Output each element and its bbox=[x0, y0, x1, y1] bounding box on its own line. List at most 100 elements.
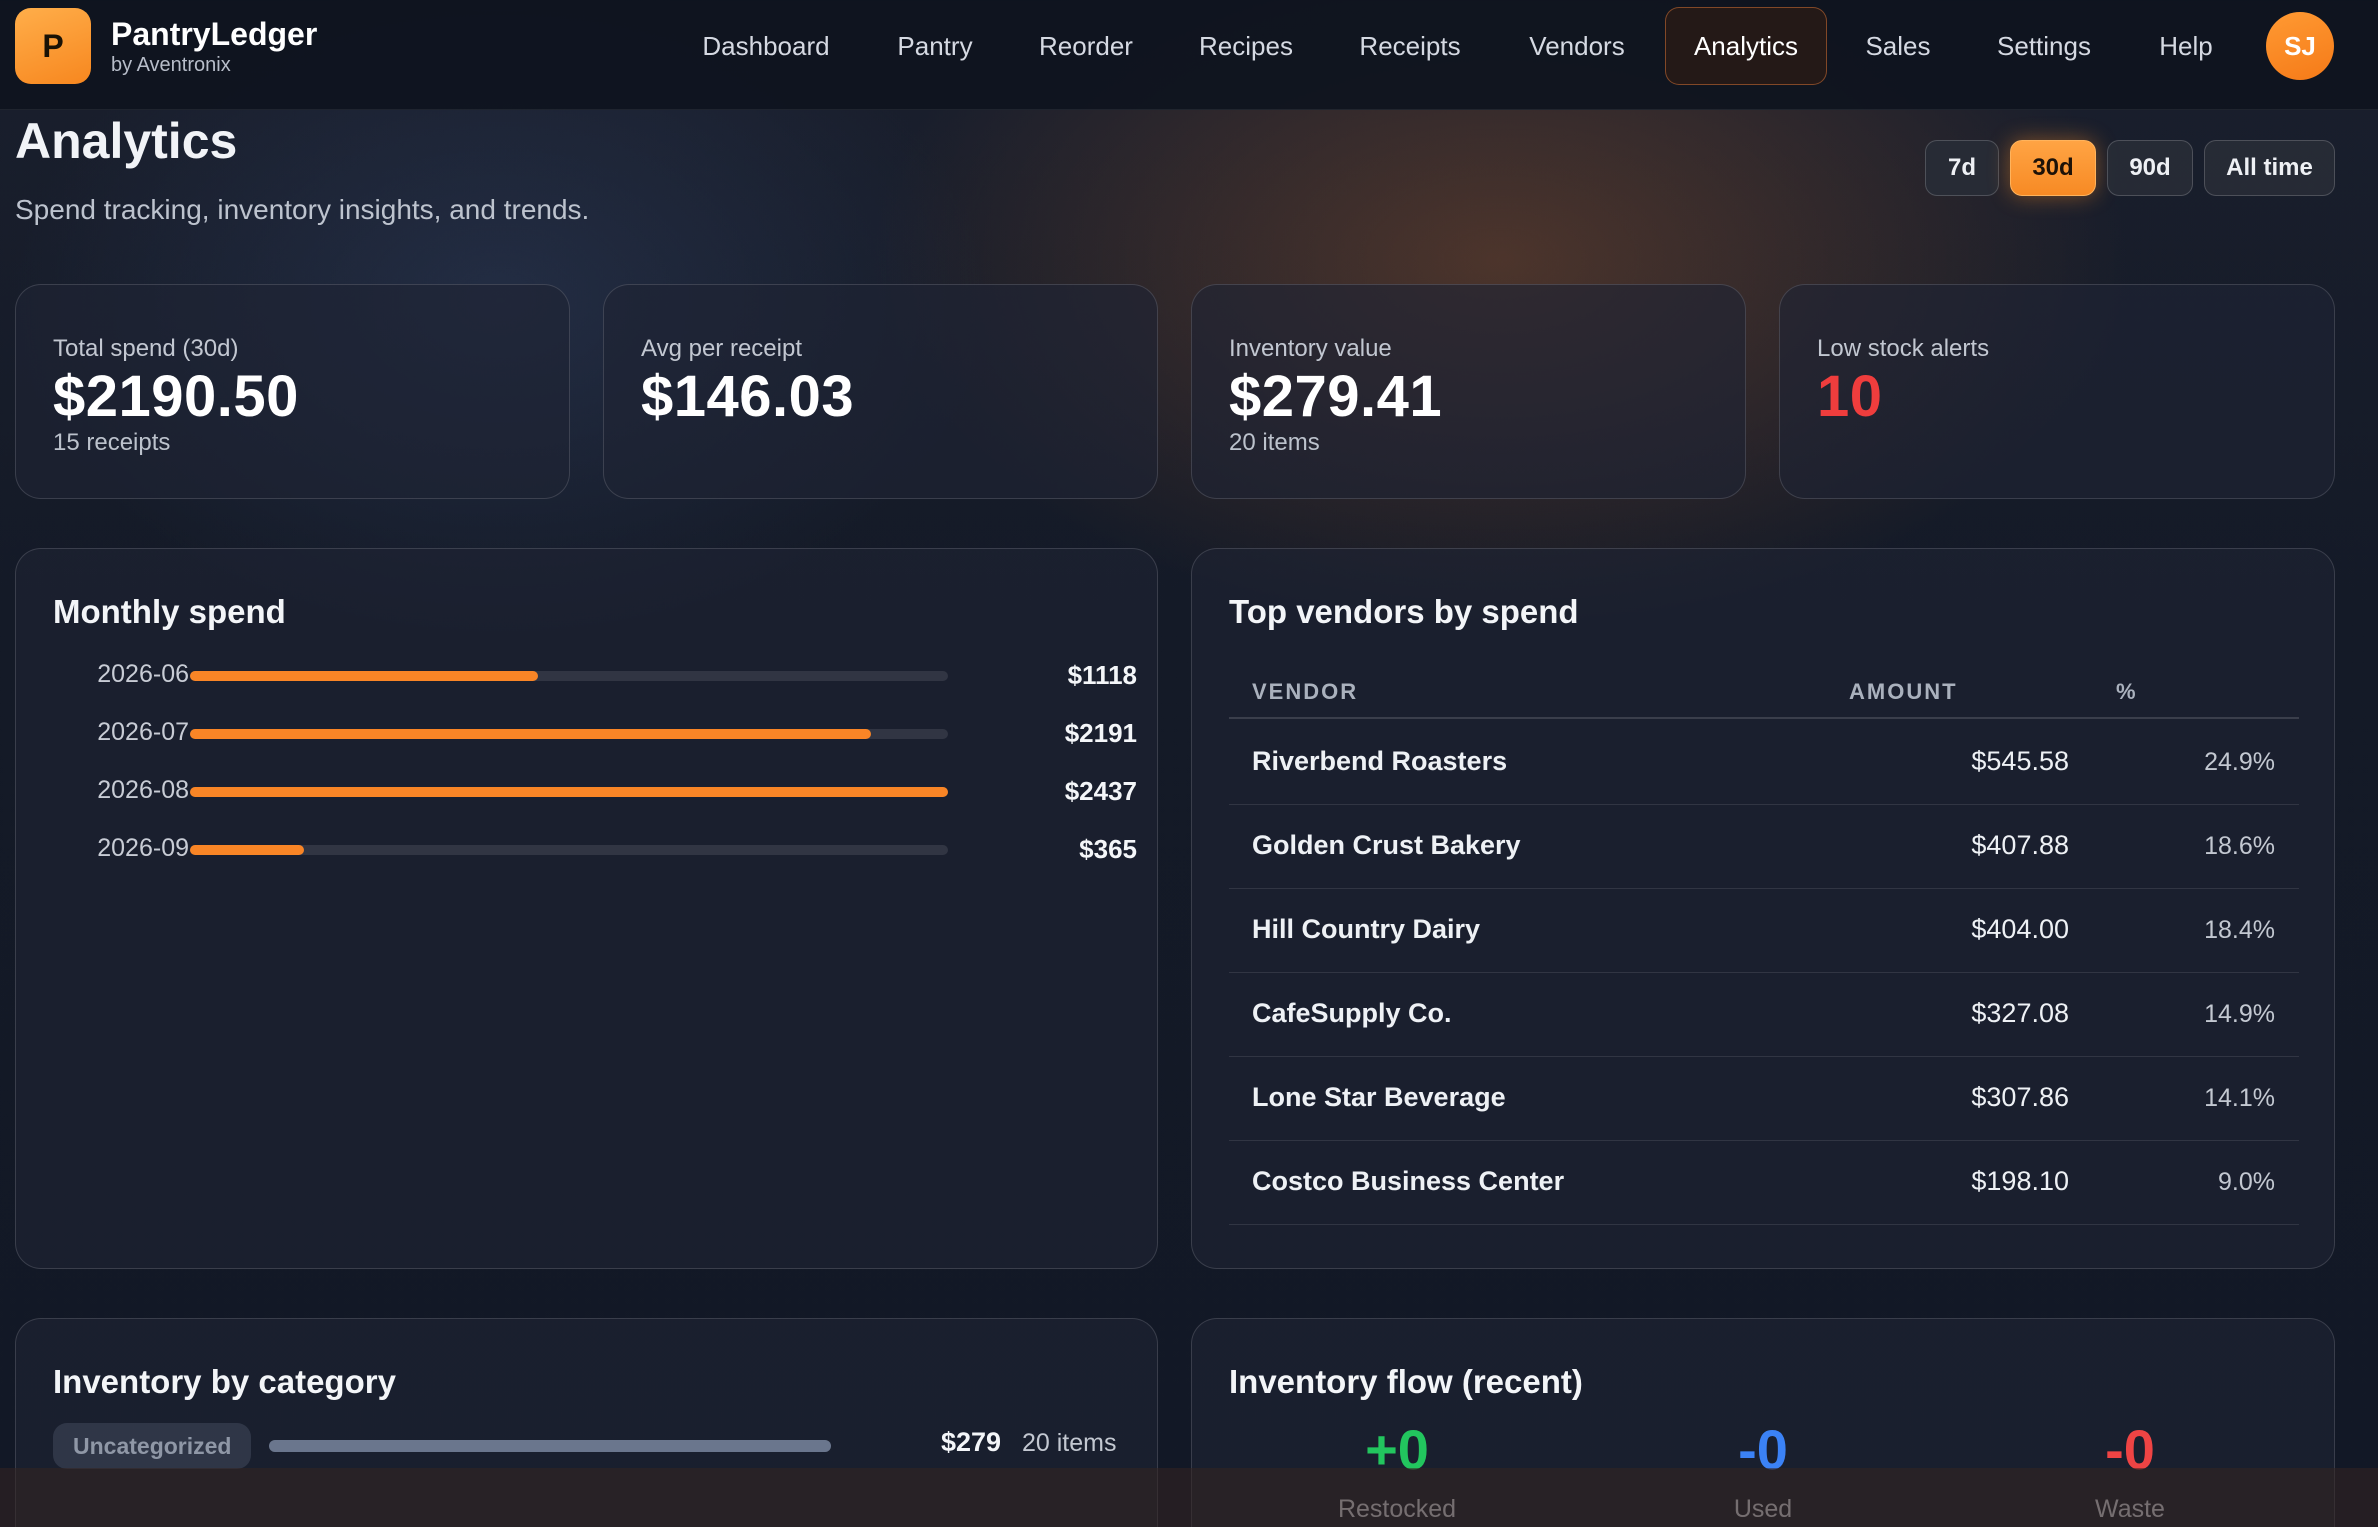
table-row[interactable]: Hill Country Dairy $404.00 18.4% bbox=[1229, 889, 2299, 973]
flow-restocked: +0 Restocked bbox=[1247, 1419, 1547, 1524]
low-stock-value: 10 bbox=[1817, 364, 1883, 429]
inventory-value-card: Inventory value $279.41 20 items bbox=[1191, 284, 1746, 499]
inventory-value-amount: $279.41 bbox=[1229, 364, 1443, 429]
nav-pantry[interactable]: Pantry bbox=[872, 7, 998, 85]
vendor-amount: $545.58 bbox=[1971, 746, 2069, 776]
vendor-name: Riverbend Roasters bbox=[1252, 746, 1508, 776]
monthly-bar-row: 2026-08 $2437 bbox=[16, 772, 1174, 812]
nav-recipes[interactable]: Recipes bbox=[1175, 7, 1317, 85]
total-spend-value: $2190.50 bbox=[53, 364, 299, 429]
table-row[interactable]: Riverbend Roasters $545.58 24.9% bbox=[1229, 721, 2299, 805]
bar-month-label: 2026-07 bbox=[97, 718, 189, 746]
vendor-name: CafeSupply Co. bbox=[1252, 998, 1452, 1028]
range-all-time-button[interactable]: All time bbox=[2204, 140, 2335, 196]
inventory-category-card: Inventory by category Uncategorized $279… bbox=[15, 1318, 1158, 1527]
bar-value: $2191 bbox=[1064, 718, 1137, 748]
bar-fill bbox=[190, 787, 948, 797]
top-navigation-bar: P PantryLedger by Aventronix Dashboard P… bbox=[0, 0, 2378, 110]
inventory-value-label: Inventory value bbox=[1229, 335, 1392, 362]
bar-month-label: 2026-08 bbox=[97, 776, 189, 804]
amount-column-header[interactable]: AMOUNT bbox=[1849, 679, 1958, 705]
low-stock-card: Low stock alerts 10 bbox=[1779, 284, 2335, 499]
nav-sales[interactable]: Sales bbox=[1847, 7, 1949, 85]
top-vendors-title: Top vendors by spend bbox=[1229, 593, 1579, 630]
bar-fill bbox=[190, 671, 538, 681]
vendor-amount: $198.10 bbox=[1971, 1166, 2069, 1196]
range-7d-button[interactable]: 7d bbox=[1925, 140, 1999, 196]
monthly-bar-row: 2026-07 $2191 bbox=[16, 714, 1174, 754]
nav-analytics[interactable]: Analytics bbox=[1665, 7, 1827, 85]
inventory-flow-title: Inventory flow (recent) bbox=[1229, 1363, 1583, 1400]
flow-used-value: -0 bbox=[1738, 1418, 1788, 1481]
top-vendors-card: Top vendors by spend VENDOR AMOUNT % Riv… bbox=[1191, 548, 2335, 1269]
flow-restocked-value: +0 bbox=[1365, 1418, 1429, 1481]
vendor-column-header[interactable]: VENDOR bbox=[1252, 679, 1358, 705]
category-value: $279 bbox=[941, 1427, 1002, 1457]
vendor-percent: 24.9% bbox=[2204, 748, 2275, 776]
bar-track bbox=[190, 729, 948, 739]
flow-waste-value: -0 bbox=[2105, 1418, 2155, 1481]
avg-receipt-card: Avg per receipt $146.03 bbox=[603, 284, 1158, 499]
vendor-name: Costco Business Center bbox=[1252, 1166, 1565, 1196]
monthly-spend-title: Monthly spend bbox=[53, 593, 286, 630]
main-nav: Dashboard Pantry Reorder Recipes Receipt… bbox=[0, 7, 2378, 85]
bar-value: $2437 bbox=[1064, 776, 1137, 806]
table-row[interactable]: CafeSupply Co. $327.08 14.9% bbox=[1229, 973, 2299, 1057]
vendor-amount: $327.08 bbox=[1971, 998, 2069, 1028]
bar-track bbox=[190, 671, 948, 681]
monthly-spend-card: Monthly spend 2026-06 $1118 2026-07 $219… bbox=[15, 548, 1158, 1269]
nav-settings[interactable]: Settings bbox=[1970, 7, 2118, 85]
flow-waste: -0 Waste bbox=[1980, 1419, 2280, 1524]
vendor-amount: $407.88 bbox=[1971, 830, 2069, 860]
bar-month-label: 2026-09 bbox=[97, 834, 189, 862]
nav-receipts[interactable]: Receipts bbox=[1337, 7, 1483, 85]
bar-fill bbox=[190, 729, 872, 739]
flow-used: -0 Used bbox=[1613, 1419, 1913, 1524]
vendor-percent: 14.1% bbox=[2204, 1084, 2275, 1112]
flow-restocked-label: Restocked bbox=[1337, 1495, 1457, 1523]
inventory-value-items: 20 items bbox=[1229, 429, 1320, 456]
nav-help[interactable]: Help bbox=[2138, 7, 2234, 85]
percent-column-header[interactable]: % bbox=[2116, 679, 2138, 705]
vendor-name: Hill Country Dairy bbox=[1252, 914, 1481, 944]
monthly-bar-row: 2026-06 $1118 bbox=[16, 656, 1174, 696]
vendor-amount: $404.00 bbox=[1971, 914, 2069, 944]
bar-value: $365 bbox=[1079, 834, 1137, 864]
category-badge[interactable]: Uncategorized bbox=[53, 1423, 252, 1469]
vendor-percent: 14.9% bbox=[2204, 1000, 2275, 1028]
flow-used-label: Used bbox=[1733, 1495, 1793, 1523]
table-row[interactable]: Costco Business Center $198.10 9.0% bbox=[1229, 1141, 2299, 1225]
vendor-percent: 18.4% bbox=[2204, 916, 2275, 944]
category-bar-track bbox=[269, 1440, 831, 1452]
bar-value: $1118 bbox=[1067, 660, 1137, 690]
flow-waste-label: Waste bbox=[2095, 1495, 2165, 1523]
monthly-bar-row: 2026-09 $365 bbox=[16, 830, 1174, 870]
bar-month-label: 2026-06 bbox=[97, 660, 189, 688]
total-spend-receipts: 15 receipts bbox=[53, 429, 171, 456]
bar-track bbox=[190, 787, 948, 797]
table-row[interactable]: Golden Crust Bakery $407.88 18.6% bbox=[1229, 805, 2299, 889]
table-row[interactable]: Lone Star Beverage $307.86 14.1% bbox=[1229, 1057, 2299, 1141]
user-avatar[interactable]: SJ bbox=[2266, 12, 2334, 80]
range-90d-button[interactable]: 90d bbox=[2107, 140, 2193, 196]
nav-vendors[interactable]: Vendors bbox=[1503, 7, 1651, 85]
vendor-name: Golden Crust Bakery bbox=[1252, 830, 1521, 860]
bar-fill bbox=[190, 845, 304, 855]
page-subtitle: Spend tracking, inventory insights, and … bbox=[15, 194, 590, 225]
vendor-percent: 18.6% bbox=[2204, 832, 2275, 860]
category-count: 20 items bbox=[1022, 1429, 1117, 1457]
inventory-flow-card: Inventory flow (recent) +0 Restocked -0 … bbox=[1191, 1318, 2335, 1527]
category-bar-fill bbox=[269, 1440, 831, 1452]
vendor-percent: 9.0% bbox=[2218, 1168, 2275, 1196]
avg-receipt-value: $146.03 bbox=[641, 364, 855, 429]
total-spend-label: Total spend (30d) bbox=[53, 335, 239, 362]
bar-track bbox=[190, 845, 948, 855]
nav-dashboard[interactable]: Dashboard bbox=[680, 7, 852, 85]
vendor-table-header: VENDOR AMOUNT % bbox=[1229, 669, 2299, 719]
nav-reorder[interactable]: Reorder bbox=[1018, 7, 1154, 85]
low-stock-label: Low stock alerts bbox=[1817, 335, 1990, 362]
total-spend-card: Total spend (30d) $2190.50 15 receipts bbox=[15, 284, 570, 499]
inventory-category-title: Inventory by category bbox=[53, 1363, 396, 1400]
vendor-name: Lone Star Beverage bbox=[1252, 1082, 1506, 1112]
range-30d-button[interactable]: 30d bbox=[2010, 140, 2096, 196]
